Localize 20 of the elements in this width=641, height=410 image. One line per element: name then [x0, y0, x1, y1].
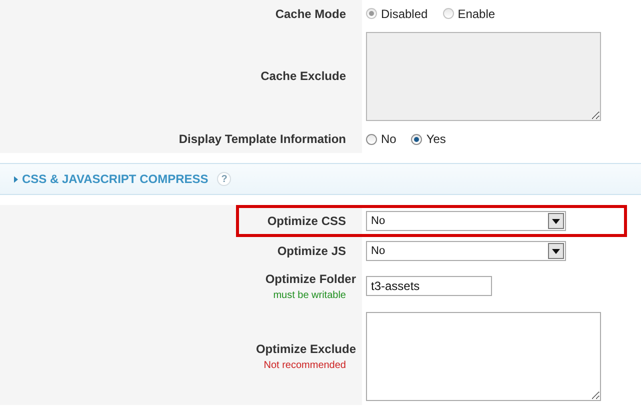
radio-label[interactable]: Yes	[426, 132, 446, 146]
dropdown[interactable]: No	[366, 211, 566, 231]
caret-icon[interactable]	[548, 243, 564, 259]
field-label: Cache Mode	[275, 6, 346, 20]
expand-arrow-icon[interactable]	[14, 176, 18, 182]
field-label: Display Template Information	[178, 132, 346, 146]
field-label: Optimize Exclude	[256, 342, 356, 356]
radio-button[interactable]	[366, 134, 377, 144]
field-label: Optimize CSS	[267, 214, 346, 228]
text-field[interactable]: t3-assets	[366, 276, 492, 296]
field-label: Optimize JS	[277, 244, 346, 258]
field-label: Cache Exclude	[260, 69, 346, 83]
radio-button[interactable]	[411, 134, 422, 144]
dropdown[interactable]: No	[366, 241, 566, 261]
radio-label[interactable]: No	[381, 132, 396, 146]
field-note: must be writable	[273, 290, 346, 300]
caret-icon[interactable]	[548, 213, 564, 229]
text-area[interactable]	[366, 312, 601, 400]
field-note: Not recommended	[264, 360, 346, 370]
field-label: Optimize Folder	[265, 272, 356, 286]
